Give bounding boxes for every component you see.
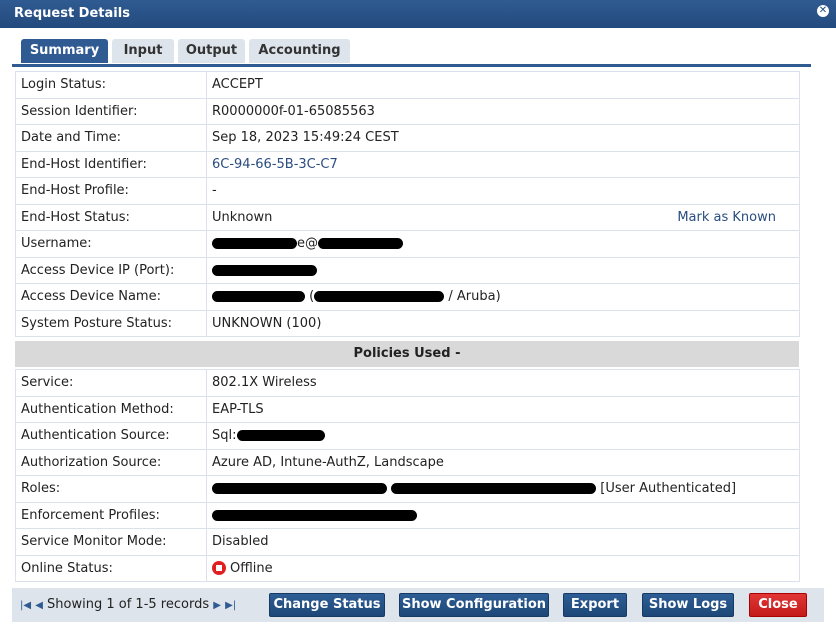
auth-method-label: Authentication Method:: [15, 395, 207, 423]
footer-bar: |◀ ◀ Showing 1 of 1-5 records ▶ ▶| Chang…: [12, 588, 824, 622]
auth-source-visible: Sql:: [212, 428, 237, 444]
online-status-label: Online Status:: [15, 554, 207, 582]
online-status-text: Offline: [230, 560, 273, 576]
date-time-label: Date and Time:: [15, 124, 207, 152]
redaction: [236, 430, 325, 442]
device-name-close: / Aruba): [448, 289, 501, 305]
table-row: Access Device Name: ( / Aruba): [15, 283, 800, 311]
online-status-value: Offline: [206, 554, 800, 582]
table-row: Enforcement Profiles:: [15, 501, 800, 529]
access-device-name-value: ( / Aruba): [206, 283, 800, 311]
posture-value: UNKNOWN (100): [206, 309, 800, 337]
table-row: Service Monitor Mode: Disabled: [15, 528, 800, 556]
username-visible: e@: [297, 236, 318, 252]
policies-table: Service: 802.1X Wireless Authentication …: [15, 369, 800, 582]
endhost-id-label: End-Host Identifier:: [15, 150, 207, 178]
login-status-label: Login Status:: [15, 71, 207, 99]
close-button[interactable]: Close: [749, 593, 807, 617]
tab-output[interactable]: Output: [178, 39, 245, 63]
export-button[interactable]: Export: [563, 593, 627, 617]
login-status-value: ACCEPT: [206, 71, 800, 99]
table-row: Session Identifier: R0000000f-01-6508556…: [15, 97, 800, 125]
redaction: [212, 483, 387, 495]
table-row: Authorization Source: Azure AD, Intune-A…: [15, 448, 800, 476]
table-row: End-Host Identifier: 6C-94-66-5B-3C-C7: [15, 150, 800, 178]
session-id-label: Session Identifier:: [15, 97, 207, 125]
service-label: Service:: [15, 369, 207, 397]
table-row: Authentication Source: Sql:: [15, 422, 800, 450]
roles-value: [User Authenticated]: [206, 475, 800, 503]
tab-input[interactable]: Input: [112, 39, 174, 63]
close-icon[interactable]: ✕: [817, 5, 829, 17]
posture-label: System Posture Status:: [15, 309, 207, 337]
table-row: Username: e@: [15, 230, 800, 258]
access-device-ip-value: [206, 256, 800, 284]
offline-icon: [212, 561, 226, 576]
pager: |◀ ◀ Showing 1 of 1-5 records ▶ ▶|: [20, 597, 236, 612]
policies-used-header[interactable]: Policies Used -: [15, 341, 799, 367]
access-device-ip-label: Access Device IP (Port):: [15, 256, 207, 284]
redaction: [391, 483, 597, 495]
table-row: Login Status: ACCEPT: [15, 71, 800, 99]
username-label: Username:: [15, 230, 207, 258]
roles-visible: [User Authenticated]: [600, 481, 737, 497]
prev-page-icon[interactable]: ◀: [35, 600, 43, 611]
redaction: [212, 291, 305, 303]
redaction: [212, 264, 317, 276]
enforcement-label: Enforcement Profiles:: [15, 501, 207, 529]
tab-underline: [12, 64, 811, 67]
table-row: Authentication Method: EAP-TLS: [15, 395, 800, 423]
table-row: End-Host Profile: -: [15, 177, 800, 205]
endhost-status-value: Unknown: [212, 209, 273, 225]
redaction: [318, 238, 403, 250]
endhost-id-link[interactable]: 6C-94-66-5B-3C-C7: [212, 157, 338, 172]
request-details-dialog: Request Details ✕ Summary Input Output A…: [0, 0, 836, 629]
mark-as-known-link[interactable]: Mark as Known: [677, 210, 776, 225]
tab-summary[interactable]: Summary: [21, 39, 108, 63]
auth-source-value: Sql:: [206, 422, 800, 450]
table-row: System Posture Status: UNKNOWN (100): [15, 309, 800, 337]
username-value: e@: [206, 230, 800, 258]
table-row: Access Device IP (Port):: [15, 256, 800, 284]
monitor-mode-label: Service Monitor Mode:: [15, 528, 207, 556]
endhost-status-label: End-Host Status:: [15, 203, 207, 231]
endhost-profile-label: End-Host Profile:: [15, 177, 207, 205]
monitor-mode-value: Disabled: [206, 528, 800, 556]
auth-method-value: EAP-TLS: [206, 395, 800, 423]
redaction: [212, 509, 417, 521]
service-value: 802.1X Wireless: [206, 369, 800, 397]
table-row: Online Status: Offline: [15, 554, 800, 582]
first-page-icon[interactable]: |◀: [20, 600, 31, 611]
auth-source-label: Authentication Source:: [15, 422, 207, 450]
access-device-name-label: Access Device Name:: [15, 283, 207, 311]
last-page-icon[interactable]: ▶|: [225, 600, 236, 611]
show-configuration-button[interactable]: Show Configuration: [399, 593, 549, 617]
tab-accounting[interactable]: Accounting: [249, 39, 350, 63]
table-row: Service: 802.1X Wireless: [15, 369, 800, 397]
authz-source-label: Authorization Source:: [15, 448, 207, 476]
next-page-icon[interactable]: ▶: [213, 600, 221, 611]
session-id-value: R0000000f-01-65085563: [206, 97, 800, 125]
title-bar: Request Details ✕: [0, 0, 836, 28]
enforcement-value: [206, 501, 800, 529]
redaction: [314, 291, 445, 303]
pager-text: Showing 1 of 1-5 records: [47, 597, 210, 612]
authz-source-value: Azure AD, Intune-AuthZ, Landscape: [206, 448, 800, 476]
roles-label: Roles:: [15, 475, 207, 503]
redaction: [212, 238, 297, 250]
endhost-profile-value: -: [206, 177, 800, 205]
change-status-button[interactable]: Change Status: [269, 593, 385, 617]
dialog-title: Request Details: [14, 6, 130, 21]
summary-table: Login Status: ACCEPT Session Identifier:…: [15, 71, 800, 337]
show-logs-button[interactable]: Show Logs: [642, 593, 734, 617]
date-time-value: Sep 18, 2023 15:49:24 CEST: [206, 124, 800, 152]
table-row: Roles: [User Authenticated]: [15, 475, 800, 503]
table-row: Date and Time: Sep 18, 2023 15:49:24 CES…: [15, 124, 800, 152]
table-row: End-Host Status: Unknown Mark as Known: [15, 203, 800, 231]
